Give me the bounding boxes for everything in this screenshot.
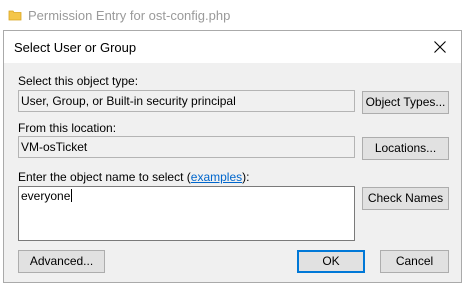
ok-button[interactable]: OK xyxy=(297,250,365,273)
text-caret xyxy=(71,189,73,202)
object-type-field: User, Group, or Built-in security princi… xyxy=(18,90,355,112)
object-name-value: everyone xyxy=(21,189,71,203)
dialog-titlebar: Select User or Group xyxy=(4,31,461,63)
close-button[interactable] xyxy=(419,31,461,63)
object-name-label: Enter the object name to select (example… xyxy=(18,170,249,184)
parent-window-titlebar: Permission Entry for ost-config.php xyxy=(0,0,462,30)
close-icon xyxy=(434,41,446,53)
advanced-button[interactable]: Advanced... xyxy=(18,250,105,273)
object-types-button[interactable]: Object Types... xyxy=(362,91,449,114)
object-type-label: Select this object type: xyxy=(18,74,139,88)
object-name-input[interactable]: everyone xyxy=(18,186,355,241)
dialog-title: Select User or Group xyxy=(14,40,137,55)
location-label: From this location: xyxy=(18,121,117,135)
parent-window-title: Permission Entry for ost-config.php xyxy=(28,8,231,23)
object-name-label-suffix: ): xyxy=(242,170,250,184)
check-names-button[interactable]: Check Names xyxy=(362,187,449,210)
cancel-button[interactable]: Cancel xyxy=(380,250,449,273)
examples-link[interactable]: examples xyxy=(191,170,242,184)
object-name-label-prefix: Enter the object name to select ( xyxy=(18,170,191,184)
location-field: VM-osTicket xyxy=(18,136,355,158)
locations-button[interactable]: Locations... xyxy=(362,137,449,160)
folder-icon xyxy=(8,8,22,22)
select-user-or-group-dialog: Select User or Group Select this object … xyxy=(3,30,462,283)
